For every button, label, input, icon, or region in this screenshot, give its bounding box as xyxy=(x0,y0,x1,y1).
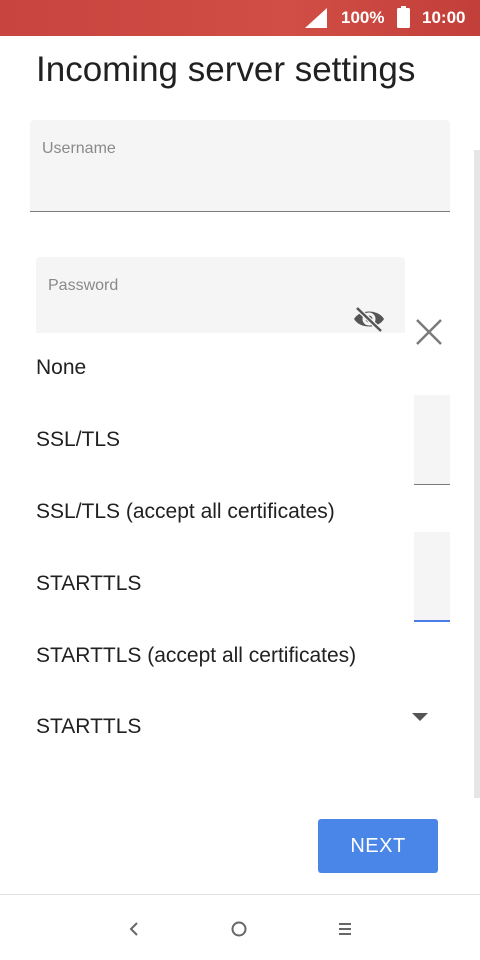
status-clock: 10:00 xyxy=(422,8,466,27)
battery-icon xyxy=(397,6,410,28)
page-title: Incoming server settings xyxy=(36,50,416,89)
dropdown-arrow-icon[interactable] xyxy=(412,713,428,721)
next-button[interactable]: NEXT xyxy=(318,819,438,873)
back-icon[interactable] xyxy=(124,919,144,939)
navigation-bar xyxy=(0,894,480,960)
security-option-starttls-accept-all[interactable]: STARTTLS (accept all certificates) xyxy=(36,644,356,668)
security-option-ssl-tls[interactable]: SSL/TLS xyxy=(36,428,120,452)
username-field[interactable]: Username xyxy=(30,120,450,212)
scrollbar[interactable] xyxy=(474,150,480,798)
security-type-selected-value[interactable]: STARTTLS xyxy=(36,715,141,739)
battery-percentage: 100% xyxy=(341,8,385,27)
security-option-ssl-tls-accept-all[interactable]: SSL/TLS (accept all certificates) xyxy=(36,500,335,524)
port-field-peek[interactable] xyxy=(414,532,450,622)
username-label: Username xyxy=(42,140,116,157)
home-icon[interactable] xyxy=(229,919,249,939)
recents-icon[interactable] xyxy=(335,919,355,939)
status-bar: 100% 10:00 xyxy=(0,0,480,36)
password-field[interactable]: Password xyxy=(36,257,405,333)
password-label: Password xyxy=(48,277,119,294)
security-option-starttls[interactable]: STARTTLS xyxy=(36,572,141,596)
eye-off-icon[interactable] xyxy=(352,305,386,333)
server-field-peek[interactable] xyxy=(414,395,450,485)
close-icon[interactable] xyxy=(414,317,444,347)
signal-icon xyxy=(305,8,327,28)
security-option-none[interactable]: None xyxy=(36,356,86,380)
